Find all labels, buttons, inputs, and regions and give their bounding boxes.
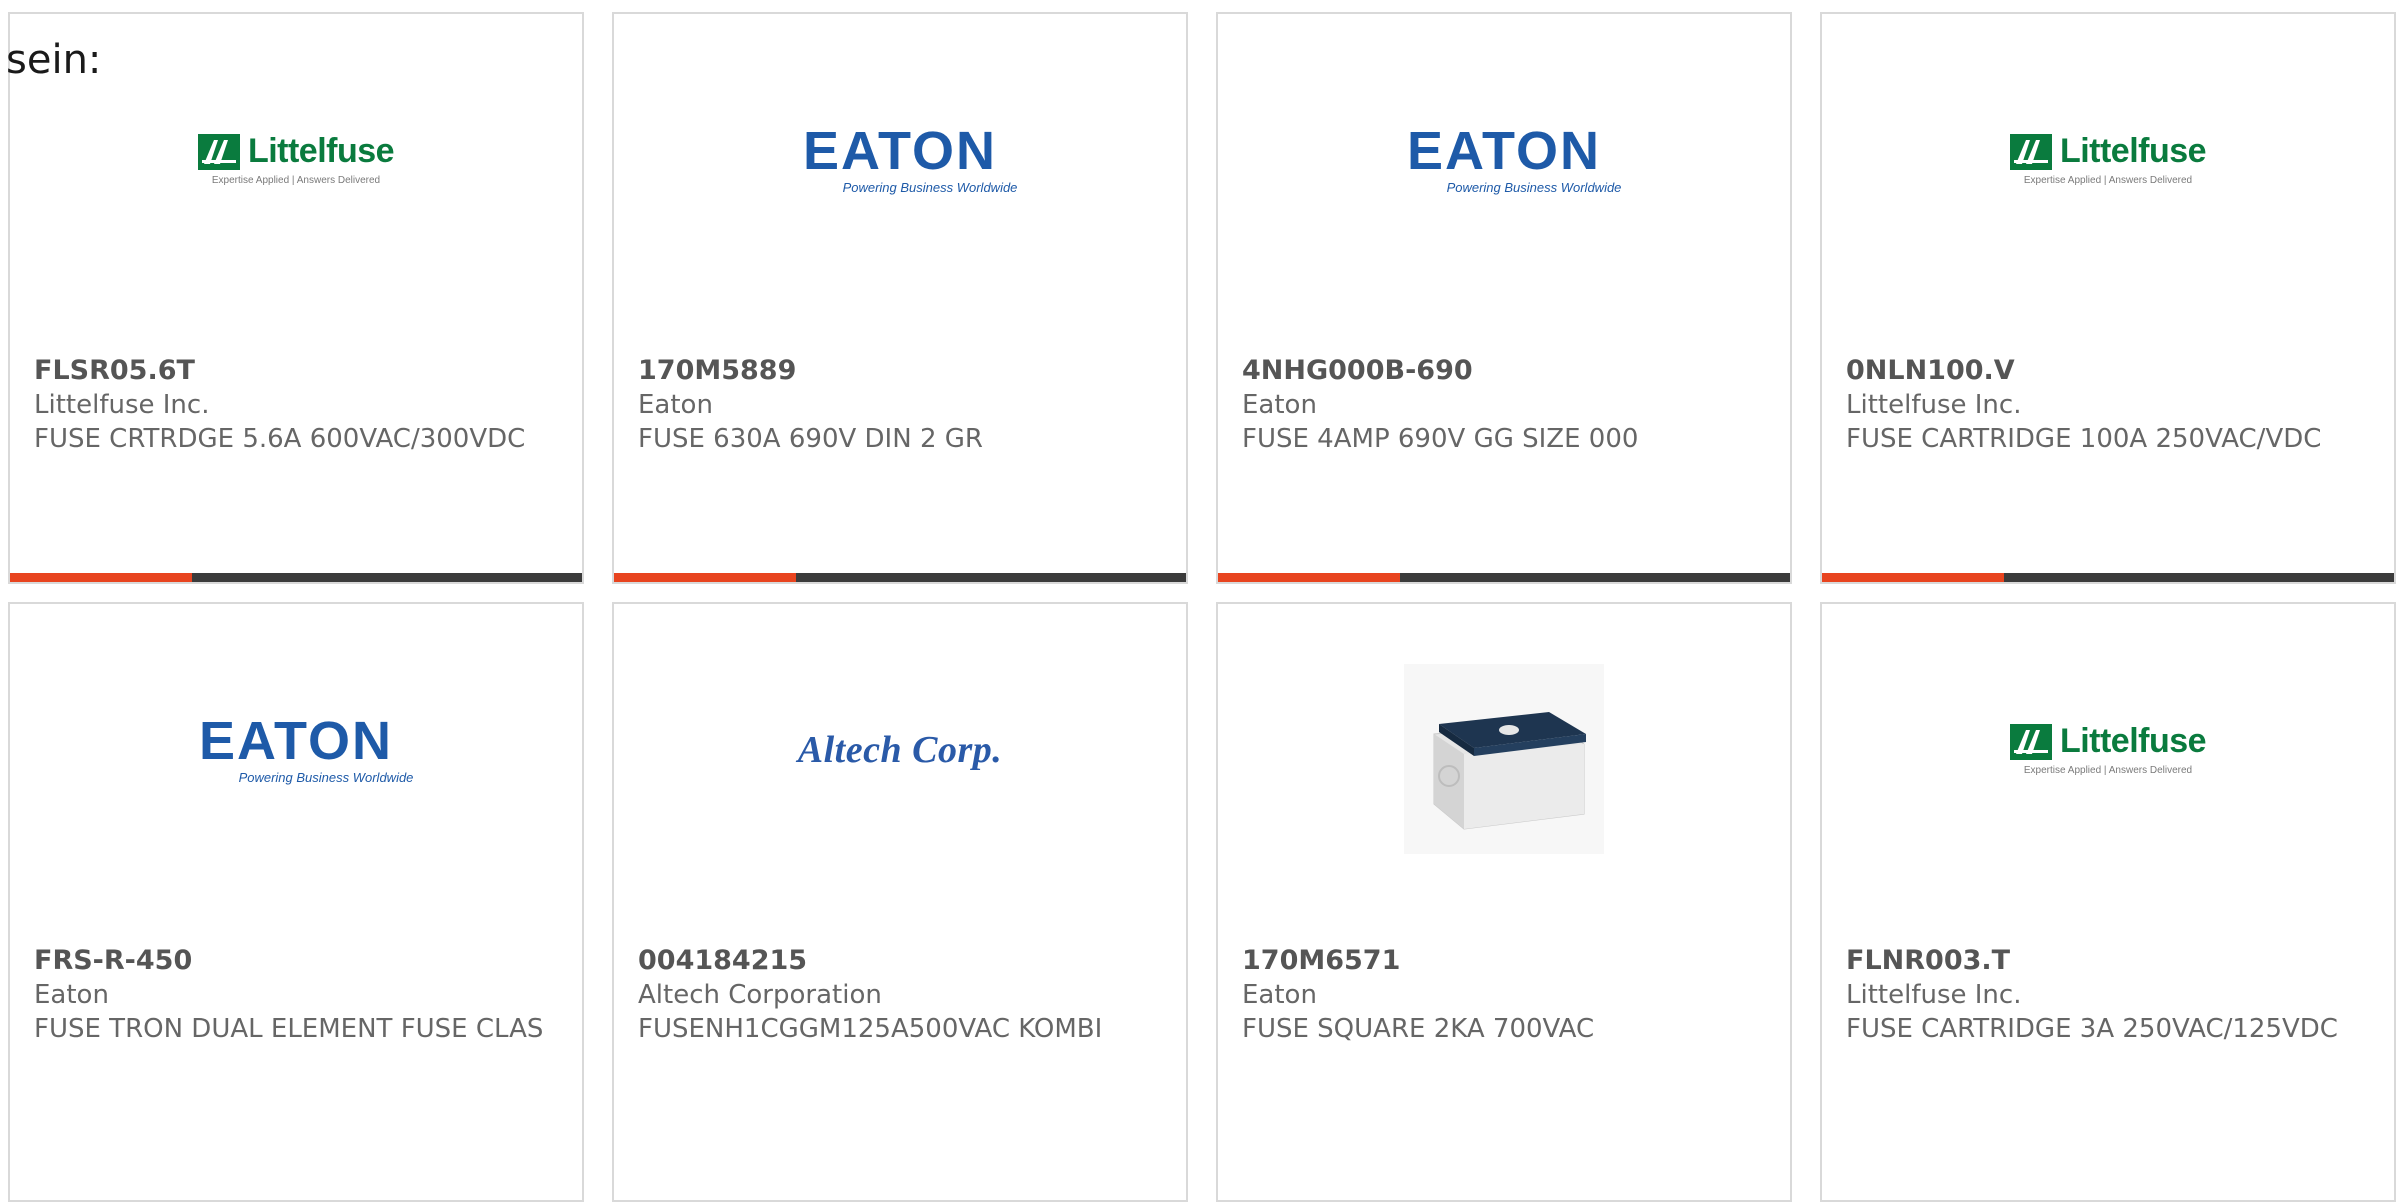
product-grid: Littelfuse Expertise Applied | Answers D… bbox=[8, 12, 2400, 1202]
product-image[interactable]: Littelfuse Expertise Applied | Answers D… bbox=[1822, 14, 2394, 344]
manufacturer: Eaton bbox=[1242, 390, 1317, 420]
manufacturer: Littelfuse Inc. bbox=[1846, 980, 2022, 1010]
description: FUSE CARTRIDGE 100A 250VAC/VDC bbox=[1846, 424, 2322, 454]
logo-text: Littelfuse bbox=[2059, 722, 2207, 760]
card-accent-bar bbox=[1218, 573, 1790, 582]
product-image[interactable] bbox=[1218, 604, 1790, 934]
card-accent-bar bbox=[614, 573, 1186, 582]
logo-tagline: Expertise Applied | Answers Delivered bbox=[2023, 175, 2193, 186]
part-number-link[interactable]: 004184215 bbox=[638, 944, 1162, 978]
part-number-link[interactable]: 170M6571 bbox=[1242, 944, 1766, 978]
product-image[interactable]: Littelfuse Expertise Applied | Answers D… bbox=[1822, 604, 2394, 934]
description: FUSE SQUARE 2KA 700VAC bbox=[1242, 1014, 1595, 1044]
product-card[interactable]: Littelfuse Expertise Applied | Answers D… bbox=[8, 12, 584, 584]
logo-tagline: Powering Business Worldwide bbox=[238, 769, 414, 785]
logo-text: EATON bbox=[198, 710, 393, 771]
product-image[interactable]: Altech Corp. bbox=[614, 604, 1186, 934]
manufacturer: Littelfuse Inc. bbox=[34, 390, 210, 420]
product-card[interactable]: Littelfuse Expertise Applied | Answers D… bbox=[1820, 12, 2396, 584]
logo-tagline: Expertise Applied | Answers Delivered bbox=[211, 175, 381, 186]
product-card[interactable]: Altech Corp. 004184215 Altech Corporatio… bbox=[612, 602, 1188, 1202]
description: FUSE 4AMP 690V GG SIZE 000 bbox=[1242, 424, 1639, 454]
part-number-link[interactable]: FLSR05.6T bbox=[34, 354, 558, 388]
littelfuse-mark-icon bbox=[2009, 723, 2052, 760]
product-card[interactable]: 170M6571 Eaton FUSE SQUARE 2KA 700VAC bbox=[1216, 602, 1792, 1202]
fuse-product-photo bbox=[1404, 664, 1604, 854]
description: FUSENH1CGGM125A500VAC KOMBI bbox=[638, 1014, 1103, 1044]
logo-text: EATON bbox=[802, 120, 997, 181]
part-number-link[interactable]: 0NLN100.V bbox=[1846, 354, 2370, 388]
part-number-link[interactable]: FLNR003.T bbox=[1846, 944, 2370, 978]
part-number-link[interactable]: FRS-R-450 bbox=[34, 944, 558, 978]
description: FUSE CRTRDGE 5.6A 600VAC/300VDC bbox=[34, 424, 526, 454]
littelfuse-logo: Littelfuse Expertise Applied | Answers D… bbox=[2003, 132, 2213, 186]
eaton-logo: EATON Powering Business Worldwide bbox=[1387, 120, 1622, 195]
manufacturer: Eaton bbox=[34, 980, 109, 1010]
product-image[interactable]: EATON Powering Business Worldwide bbox=[10, 604, 582, 934]
description: FUSE CARTRIDGE 3A 250VAC/125VDC bbox=[1846, 1014, 2338, 1044]
product-card[interactable]: EATON Powering Business Worldwide 170M58… bbox=[612, 12, 1188, 584]
lead-text: sein: bbox=[6, 37, 102, 83]
card-accent-bar bbox=[1822, 573, 2394, 582]
product-image[interactable]: EATON Powering Business Worldwide bbox=[614, 14, 1186, 344]
logo-text: EATON bbox=[1406, 120, 1601, 181]
card-accent-bar bbox=[10, 573, 582, 582]
littelfuse-logo: Littelfuse Expertise Applied | Answers D… bbox=[2003, 722, 2213, 776]
manufacturer: Eaton bbox=[1242, 980, 1317, 1010]
manufacturer: Eaton bbox=[638, 390, 713, 420]
altech-logo: Altech Corp. bbox=[797, 729, 1003, 771]
eaton-logo: EATON Powering Business Worldwide bbox=[783, 120, 1018, 195]
manufacturer: Littelfuse Inc. bbox=[1846, 390, 2022, 420]
part-number-link[interactable]: 170M5889 bbox=[638, 354, 1162, 388]
product-image[interactable]: EATON Powering Business Worldwide bbox=[1218, 14, 1790, 344]
littelfuse-mark-icon bbox=[2009, 133, 2052, 170]
logo-tagline: Expertise Applied | Answers Delivered bbox=[2023, 765, 2193, 776]
logo-tagline: Powering Business Worldwide bbox=[1446, 179, 1622, 195]
product-card[interactable]: EATON Powering Business Worldwide 4NHG00… bbox=[1216, 12, 1792, 584]
littelfuse-logo: Littelfuse Expertise Applied | Answers D… bbox=[191, 132, 401, 186]
eaton-logo: EATON Powering Business Worldwide bbox=[179, 710, 414, 785]
part-number-link[interactable]: 4NHG000B-690 bbox=[1242, 354, 1766, 388]
product-card[interactable]: EATON Powering Business Worldwide FRS-R-… bbox=[8, 602, 584, 1202]
description: FUSE 630A 690V DIN 2 GR bbox=[638, 424, 983, 454]
littelfuse-mark-icon bbox=[197, 133, 240, 170]
logo-tagline: Powering Business Worldwide bbox=[842, 179, 1018, 195]
logo-text: Littelfuse bbox=[247, 132, 395, 170]
description: FUSE TRON DUAL ELEMENT FUSE CLAS bbox=[34, 1014, 544, 1044]
logo-text: Littelfuse bbox=[2059, 132, 2207, 170]
product-card[interactable]: Littelfuse Expertise Applied | Answers D… bbox=[1820, 602, 2396, 1202]
manufacturer: Altech Corporation bbox=[638, 980, 882, 1010]
